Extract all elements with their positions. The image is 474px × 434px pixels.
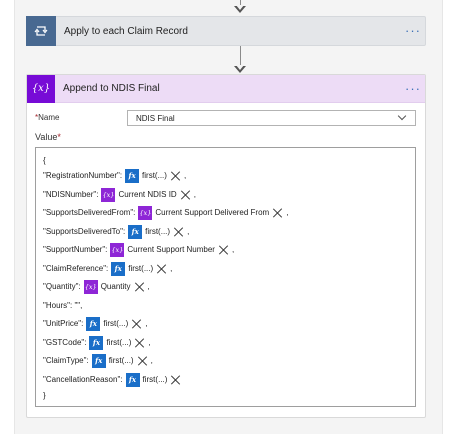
more-options-icon[interactable]: ··· — [401, 82, 425, 95]
arrow-down-icon — [234, 65, 246, 73]
name-dropdown[interactable]: NDIS Final — [127, 110, 416, 126]
json-punctuation: , — [148, 337, 151, 347]
expression-token[interactable]: fx first(...) — [125, 372, 182, 387]
json-line: "SupportsDeliveredTo": fx first(...), — [43, 223, 408, 242]
json-punctuation: , — [145, 319, 148, 329]
json-line: "NDISNumber": {x} Current NDIS ID, — [43, 186, 408, 205]
value-editor[interactable]: { "RegistrationNumber": fx first(...), "NDI… — [35, 147, 416, 407]
variable-icon: {x} — [83, 280, 98, 295]
value-label: Value* — [35, 132, 61, 142]
json-key: "SupportsDeliveredTo": — [43, 226, 126, 236]
remove-token-icon[interactable] — [181, 190, 191, 200]
json-punctuation: , — [183, 171, 187, 181]
token-label: Current Support Number — [127, 245, 215, 255]
json-key: "NDISNumber": — [43, 189, 99, 199]
expression-icon: fx — [111, 261, 126, 276]
json-key: "Quantity": — [43, 282, 81, 292]
json-key: "SupportsDeliveredFrom": — [43, 208, 136, 218]
expression-token[interactable]: fx first(...) — [111, 261, 167, 276]
open-brace: { — [43, 155, 46, 165]
remove-token-icon[interactable] — [171, 171, 181, 181]
expression-icon: fx — [125, 372, 140, 387]
expression-token[interactable]: fx first(...) — [89, 335, 145, 350]
token-label: first(...) — [106, 337, 132, 347]
json-line: "SupportNumber": {x} Current Support Numbe… — [43, 241, 408, 260]
expression-icon: fx — [86, 317, 101, 332]
json-punctuation: , — [193, 189, 196, 199]
json-key: "ClaimType": — [43, 356, 89, 366]
name-label: *Name — [35, 113, 60, 122]
json-punctuation: , — [286, 208, 289, 218]
variable-icon: {x} — [27, 74, 55, 103]
token-label: first(...) — [103, 319, 129, 329]
token-label: first(...) — [142, 374, 168, 384]
remove-token-icon[interactable] — [135, 282, 145, 292]
remove-token-icon[interactable] — [219, 245, 229, 255]
remove-token-icon[interactable] — [157, 264, 167, 274]
token-label: Current NDIS ID — [118, 189, 177, 199]
expression-icon: fx — [128, 224, 143, 239]
expression-token[interactable]: fx first(...) — [86, 317, 142, 332]
token-label: Current Support Delivered From — [155, 208, 270, 218]
remove-token-icon[interactable] — [174, 227, 184, 237]
variable-token[interactable]: {x} Current NDIS ID — [101, 187, 191, 202]
json-line: "GSTCode": fx first(...), — [43, 334, 408, 353]
json-punctuation: , — [187, 226, 190, 236]
json-line: "Quantity": {x} Quantity, — [43, 278, 408, 297]
token-label: first(...) — [128, 263, 154, 273]
apply-to-each-step[interactable]: Apply to each Claim Record ··· — [26, 16, 426, 46]
variable-icon: {x} — [101, 187, 116, 202]
expression-icon: fx — [89, 335, 104, 350]
json-line: "Hours": "", — [43, 297, 408, 316]
json-punctuation: , — [147, 282, 150, 292]
json-line: "ClaimReference": fx first(...), — [43, 260, 408, 279]
expression-icon: fx — [91, 354, 106, 369]
expression-token[interactable]: fx first(...) — [128, 224, 184, 239]
expression-token[interactable]: fx first(...) — [91, 354, 148, 369]
json-line: "ClaimType": fx first(...), — [43, 352, 408, 371]
chevron-down-icon — [397, 111, 407, 121]
remove-token-icon[interactable] — [132, 319, 142, 329]
variable-token[interactable]: {x} Current Support Delivered From — [138, 206, 283, 221]
json-key: "UnitPrice": — [43, 319, 84, 329]
token-label: Quantity — [100, 282, 131, 292]
step-title: Append to NDIS Final — [63, 83, 160, 94]
json-key: "RegistrationNumber": — [43, 171, 123, 181]
remove-token-icon[interactable] — [273, 208, 283, 218]
arrow-down-icon — [234, 5, 246, 13]
json-punctuation: , — [170, 263, 173, 273]
json-punctuation: , — [150, 356, 153, 366]
variable-icon: {x} — [138, 206, 153, 221]
json-punctuation: , — [231, 245, 235, 255]
variable-icon: {x} — [110, 243, 125, 258]
json-key: "Hours": "", — [43, 300, 83, 310]
json-key: "SupportNumber": — [43, 245, 108, 255]
name-dropdown-value: NDIS Final — [136, 113, 175, 123]
expression-icon: fx — [125, 169, 140, 184]
step-title: Apply to each Claim Record — [64, 25, 188, 37]
remove-token-icon[interactable] — [135, 338, 145, 348]
json-key: "GSTCode": — [43, 337, 87, 347]
json-line: "SupportsDeliveredFrom": {x} Current Suppo… — [43, 204, 408, 223]
expression-token[interactable]: fx first(...) — [125, 169, 181, 184]
append-to-variable-card: {x} Append to NDIS Final ··· *Name NDIS … — [26, 74, 426, 418]
json-line: "RegistrationNumber": fx first(...), — [43, 167, 408, 186]
token-label: first(...) — [142, 171, 167, 181]
variable-token[interactable]: {x} Quantity — [83, 280, 145, 295]
variable-token[interactable]: {x} Current Support Number — [110, 243, 229, 258]
json-key: "CancellationReason": — [43, 374, 123, 384]
json-key: "ClaimReference": — [43, 263, 109, 273]
close-brace: } — [43, 390, 46, 400]
token-label: first(...) — [145, 226, 171, 236]
remove-token-icon[interactable] — [171, 375, 181, 385]
more-options-icon[interactable]: ··· — [401, 24, 425, 37]
append-step-header[interactable]: {x} Append to NDIS Final ··· — [27, 74, 425, 103]
loop-icon — [26, 16, 56, 46]
json-line: "UnitPrice": fx first(...), — [43, 315, 408, 334]
remove-token-icon[interactable] — [138, 356, 148, 366]
token-label: first(...) — [108, 356, 134, 366]
json-line: "CancellationReason": fx first(...) — [43, 371, 408, 390]
